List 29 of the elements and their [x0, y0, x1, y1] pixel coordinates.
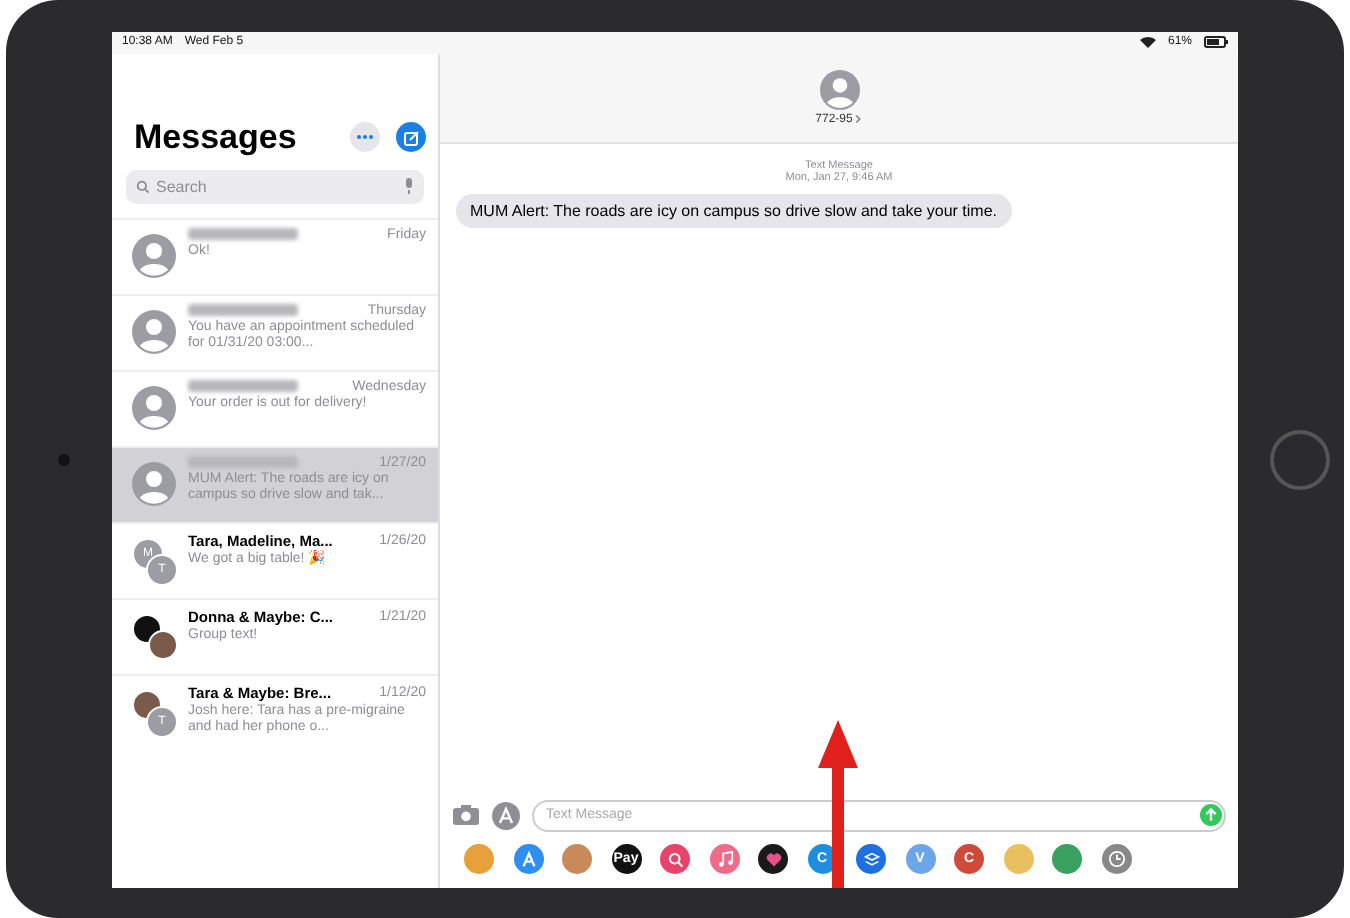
home-button[interactable] [1270, 429, 1330, 489]
app-store-icon[interactable] [492, 801, 520, 829]
microphone-icon [404, 177, 414, 193]
compose-button[interactable] [396, 122, 426, 152]
magnifier-icon [667, 851, 683, 867]
photo-placeholder [132, 613, 162, 643]
search-icon [136, 179, 150, 193]
camera-icon[interactable] [452, 804, 480, 826]
ellipsis-icon [356, 134, 374, 140]
compose-icon [403, 129, 419, 145]
avatar-icon [132, 309, 176, 353]
avatar-icon [132, 461, 176, 505]
more-button[interactable] [350, 122, 380, 152]
app-icon[interactable] [758, 844, 788, 874]
send-icon[interactable] [1200, 804, 1222, 826]
heart-icon [765, 851, 781, 867]
avatar-icon [819, 69, 859, 109]
clock-icon [1107, 850, 1125, 868]
search-field[interactable]: Search [126, 169, 424, 203]
battery-icon [1204, 36, 1228, 48]
message-bubble: MUM Alert: The roads are icy on campus so drive slow and take your time. [456, 193, 1012, 227]
photo-placeholder [148, 629, 178, 659]
avatar-icon [132, 385, 176, 429]
avatar-icon [132, 233, 176, 277]
sidebar-title: Messages [134, 117, 299, 157]
camera-icon [58, 453, 70, 465]
chevron-icon [854, 114, 863, 124]
wifi-icon [1139, 36, 1156, 48]
music-note-icon [715, 850, 733, 868]
